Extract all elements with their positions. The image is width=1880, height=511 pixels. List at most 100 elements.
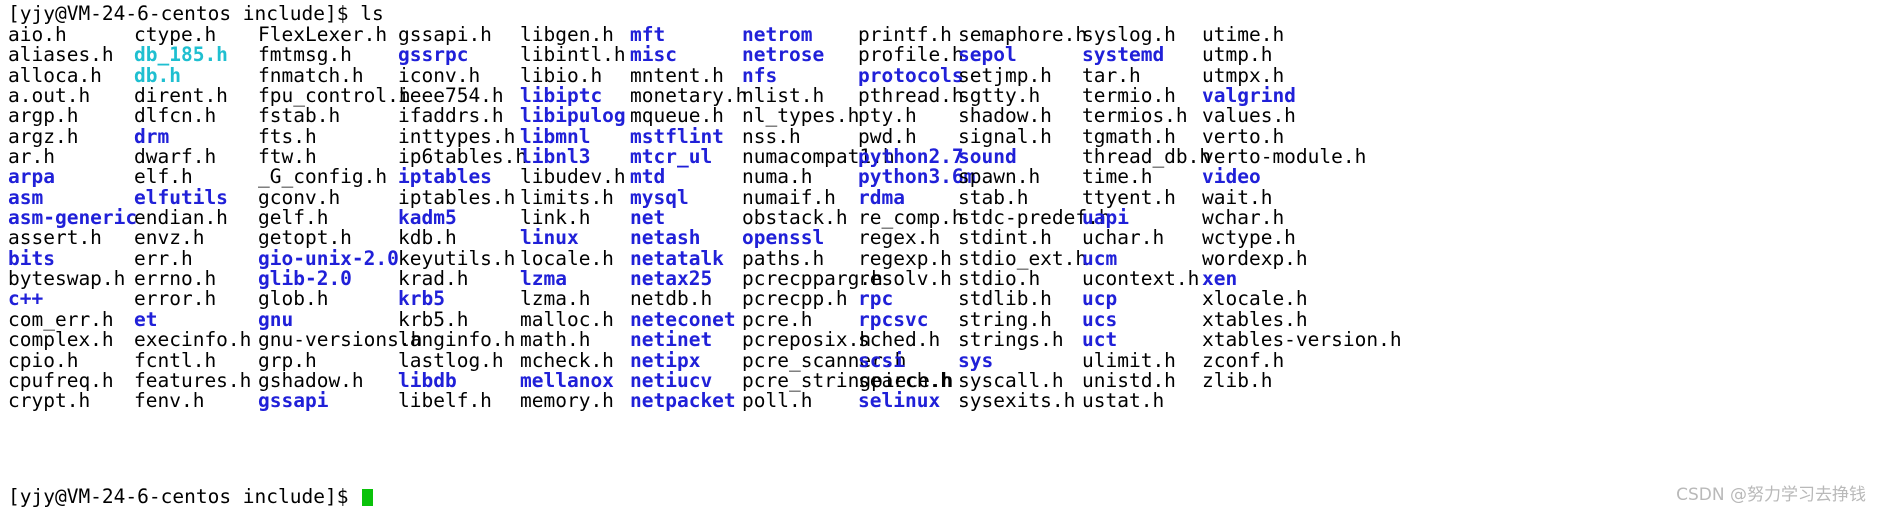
ls-entry-directory: mstflint <box>630 124 724 148</box>
terminal-window[interactable]: [yjy@VM-24-6-centos include]$ ls aio.h al… <box>0 0 1880 511</box>
ls-entry-file: libintl.h <box>520 43 626 67</box>
ls-entry-file: wchar.h <box>1202 206 1285 230</box>
ls-entry-file: envz.h <box>134 226 205 250</box>
ls-entry-directory: linux <box>520 226 579 250</box>
ls-entry-file: cpio.h <box>8 348 79 372</box>
ls-entry-archive: db_185.h <box>134 43 228 67</box>
ls-entry-file: obstack.h <box>742 206 848 230</box>
ls-entry-directory: rpc <box>858 287 894 311</box>
ls-entry-file: gelf.h <box>258 206 329 230</box>
ls-entry-file: langinfo.h <box>398 328 516 352</box>
ls-entry-file: aliases.h <box>8 43 114 67</box>
ls-entry-file: verto-module.h <box>1202 145 1367 169</box>
ls-entry-file: syslog.h <box>1082 23 1176 46</box>
ls-entry-file: sysexits.h <box>958 389 1076 413</box>
ls-entry-file: unistd.h <box>1082 368 1176 392</box>
ls-entry-file: pcre_stringpiece.h <box>742 368 954 392</box>
ls-entry-directory: netash <box>630 226 701 250</box>
ls-entry-file: stdio_ext.h <box>958 246 1088 270</box>
bottom-prompt-text: [yjy@VM-24-6-centos include]$ <box>8 485 361 508</box>
ls-entry-file: elf.h <box>134 165 193 189</box>
ls-entry-directory: ucp <box>1082 287 1118 311</box>
ls-entry-directory: netax25 <box>630 267 713 291</box>
ls-entry-directory: lzma <box>520 267 567 291</box>
ls-entry-file: krb5.h <box>398 307 469 331</box>
ls-entry-directory: misc <box>630 43 677 67</box>
ls-entry-file: xtables.h <box>1202 307 1308 331</box>
ls-entry-file: ulimit.h <box>1082 348 1176 372</box>
ls-entry-file: argz.h <box>8 124 79 148</box>
ls-entry-file: execinfo.h <box>134 328 252 352</box>
ls-entry-file: time.h <box>1082 165 1153 189</box>
ls-entry-file: mntent.h <box>630 63 724 87</box>
ls-entry-directory: sys <box>958 348 994 372</box>
ls-entry-file: values.h <box>1202 104 1296 128</box>
ls-entry-file: utime.h <box>1202 23 1285 46</box>
ls-entry-file: spawn.h <box>958 165 1041 189</box>
ls-entry-file: resolv.h <box>858 267 952 291</box>
ls-entry-directory: arpa <box>8 165 55 189</box>
ls-entry-file: ucontext.h <box>1082 267 1200 291</box>
ls-entry-directory: krb5 <box>398 287 445 311</box>
ls-entry-directory: mft <box>630 23 666 46</box>
ls-entry-directory: protocols <box>858 63 964 87</box>
ls-entry-directory: gssapi <box>258 389 329 413</box>
ls-entry-file: stdio.h <box>958 267 1041 291</box>
ls-entry-file: pty.h <box>858 104 917 128</box>
ls-entry-file: grp.h <box>258 348 317 372</box>
ls-entry-file: pcreposix.h <box>742 328 872 352</box>
ls-entry-file: nss.h <box>742 124 801 148</box>
ls-entry-file: semaphore.h <box>958 23 1088 46</box>
ls-entry-file: ar.h <box>8 145 55 169</box>
ls-entry-file: locale.h <box>520 246 614 270</box>
ls-entry-file: ctype.h <box>134 23 217 46</box>
ls-entry-archive: db.h <box>134 63 181 87</box>
ls-entry-file: gconv.h <box>258 185 341 209</box>
ls-entry-file: stdc-predef.h <box>958 206 1111 230</box>
ls-entry-directory: asm <box>8 185 44 209</box>
ls-entry-directory: rdma <box>858 185 905 209</box>
ls-entry-file: gnu-versions.h <box>258 328 423 352</box>
ls-entry-file: features.h <box>134 368 252 392</box>
ls-entry-file: gssapi.h <box>398 23 492 46</box>
command-prompt-line: [yjy@VM-24-6-centos include]$ ls <box>8 2 384 25</box>
ls-entry-file: numa.h <box>742 165 813 189</box>
ls-entry-directory: libmnl <box>520 124 591 148</box>
ls-entry-directory: netatalk <box>630 246 724 270</box>
ls-entry-file: limits.h <box>520 185 614 209</box>
ls-entry-file: poll.h <box>742 389 813 413</box>
ls-entry-file: lastlog.h <box>398 348 504 372</box>
ls-entry-file: sched.h <box>858 328 941 352</box>
ls-entry-file: search.h <box>858 368 952 392</box>
ls-entry-directory: kadm5 <box>398 206 457 230</box>
ls-entry-directory: mysql <box>630 185 689 209</box>
ls-entry-file: nlist.h <box>742 84 825 108</box>
csdn-watermark: CSDN @努力学习去挣钱 <box>1676 485 1866 505</box>
ls-entry-file: errno.h <box>134 267 217 291</box>
ls-entry-file: fts.h <box>258 124 317 148</box>
ls-entry-file: crypt.h <box>8 389 91 413</box>
ls-entry-file: xlocale.h <box>1202 287 1308 311</box>
ls-entry-directory: video <box>1202 165 1261 189</box>
ls-entry-file: zconf.h <box>1202 348 1285 372</box>
ls-entry-file: monetary.h <box>630 84 748 108</box>
ls-entry-file: pwd.h <box>858 124 917 148</box>
ls-entry-file: stdint.h <box>958 226 1052 250</box>
ls-entry-directory: ucs <box>1082 307 1118 331</box>
ls-entry-file: com_err.h <box>8 307 114 331</box>
ls-entry-directory: uapi <box>1082 206 1129 230</box>
ls-entry-file: malloc.h <box>520 307 614 331</box>
ls-entry-file: wordexp.h <box>1202 246 1308 270</box>
ls-entry-file: regex.h <box>858 226 941 250</box>
ls-entry-directory: xen <box>1202 267 1238 291</box>
ls-entry-file: kdb.h <box>398 226 457 250</box>
ls-entry-file: string.h <box>958 307 1052 331</box>
ls-entry-directory: python2.7 <box>858 145 964 169</box>
ls-entry-directory: sound <box>958 145 1017 169</box>
ls-entry-directory: systemd <box>1082 43 1165 67</box>
ls-entry-file: thread_db.h <box>1082 145 1212 169</box>
ls-entry-directory: netiucv <box>630 368 713 392</box>
ls-entry-file: memory.h <box>520 389 614 413</box>
ls-entry-file: math.h <box>520 328 591 352</box>
ls-entry-file: keyutils.h <box>398 246 516 270</box>
